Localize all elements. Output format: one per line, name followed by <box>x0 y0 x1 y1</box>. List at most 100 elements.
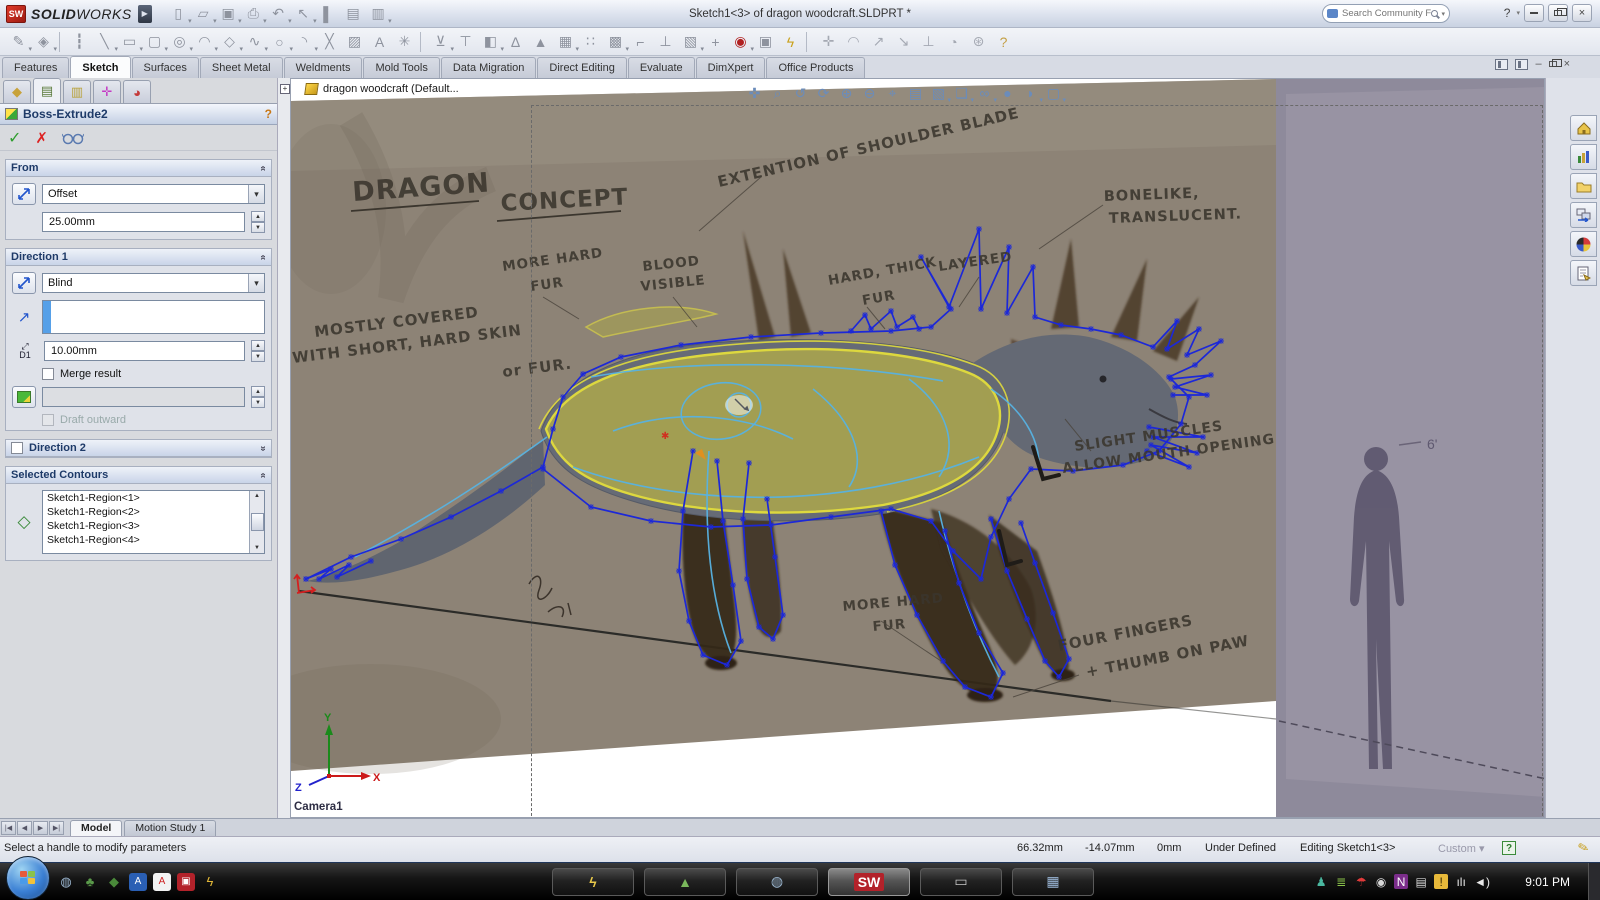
offset-distance-input[interactable]: 25.00mm <box>42 212 245 232</box>
snap-tool-icon[interactable]: ? <box>991 31 1016 53</box>
sketch-tool-icon[interactable]: ⊤ <box>453 31 478 53</box>
sketch-tool-icon[interactable]: ◝ <box>292 31 318 53</box>
search-input[interactable] <box>1342 8 1432 19</box>
quick-launch-icon[interactable]: ϟ <box>201 873 219 891</box>
ok-button[interactable]: ✓ <box>8 128 21 148</box>
view-tool-icon[interactable]: ❏ <box>950 82 974 105</box>
restore-button[interactable] <box>1548 4 1568 22</box>
sketch-tool-icon[interactable]: ✎ <box>6 31 32 53</box>
sketch-tool-icon[interactable] <box>59 31 64 52</box>
ribbon-tab[interactable]: Evaluate <box>627 57 695 78</box>
graphics-viewport[interactable]: .bl{fill:none;stroke:#1c28d8;stroke-widt… <box>290 78 1545 818</box>
sketch-tool-icon[interactable]: ▲ <box>528 31 553 53</box>
snap-tool-icon[interactable]: ⊥ <box>916 31 941 53</box>
depth-input[interactable]: 10.00mm <box>44 341 245 361</box>
snap-tool-icon[interactable]: ↘ <box>891 31 916 53</box>
close-button[interactable]: × <box>1572 4 1592 22</box>
sketch-tool-icon[interactable]: ⊥ <box>653 31 678 53</box>
panel-tab[interactable]: ▥ <box>63 80 91 103</box>
tray-icon[interactable]: ☂ <box>1354 874 1368 889</box>
quick-launch-icon[interactable]: ◍ <box>57 873 75 891</box>
quick-launch-icon[interactable]: A <box>153 872 171 891</box>
clock[interactable]: 9:01 PM <box>1525 875 1570 889</box>
sketch-tool-icon[interactable]: ╲ <box>92 31 118 53</box>
doc-minimize-button[interactable]: – <box>1535 58 1541 70</box>
tab-scroll-first[interactable]: |◀ <box>1 820 16 835</box>
quick-launch-icon[interactable]: ♣ <box>81 873 99 891</box>
contour-list-item[interactable]: Sketch1-Region<2> <box>43 505 264 519</box>
search-options-arrow[interactable]: ▾ <box>1441 10 1445 18</box>
ribbon-tab[interactable]: Sketch <box>70 56 131 78</box>
taskbar-app-button[interactable]: ϟ <box>552 867 634 896</box>
view-tool-icon[interactable]: ∞ <box>973 82 998 104</box>
view-tool-icon[interactable]: ● <box>996 82 1019 104</box>
view-tool-icon[interactable]: ⊖ <box>858 82 881 104</box>
from-direction-button[interactable] <box>12 183 36 205</box>
tray-icon[interactable]: N <box>1394 874 1409 889</box>
tray-icon[interactable]: ılı <box>1454 874 1468 889</box>
view-tool-icon[interactable]: ⊕ <box>835 82 858 104</box>
snap-tool-icon[interactable]: ⊛ <box>966 31 991 53</box>
cancel-button[interactable]: ✗ <box>35 129 48 147</box>
taskbar-app-button[interactable]: ▲ <box>644 867 726 896</box>
document-tab[interactable]: Model <box>70 819 123 836</box>
custom-properties-icon[interactable] <box>1570 260 1597 286</box>
standard-tool-icon[interactable]: ▌ <box>316 3 341 25</box>
sketch-tool-icon[interactable]: ◎ <box>167 31 193 53</box>
view-tool-icon[interactable]: ▤ <box>904 82 927 104</box>
taskbar-app-button[interactable]: ▭ <box>920 867 1002 896</box>
feature-tree-expand-icon[interactable]: + <box>280 84 290 94</box>
sketch-tool-icon[interactable]: ∿ <box>242 31 268 53</box>
ribbon-tab[interactable]: Direct Editing <box>537 57 627 78</box>
sketch-tool-icon[interactable] <box>420 31 425 52</box>
direction2-header[interactable]: Direction 2» <box>6 440 271 457</box>
sketch-tool-icon[interactable]: ▧ <box>678 31 704 53</box>
sketch-tool-icon[interactable]: ○ <box>267 31 293 53</box>
standard-tool-icon[interactable]: ▥ <box>366 3 392 25</box>
view-tool-icon[interactable]: ▢ <box>1042 82 1066 105</box>
merge-result-checkbox[interactable] <box>42 368 54 380</box>
sketch-tool-icon[interactable]: ◠ <box>192 31 218 53</box>
design-library-icon[interactable] <box>1570 144 1597 170</box>
offset-spinner[interactable]: ▲ ▼ <box>251 211 265 233</box>
sketch-tool-icon[interactable]: ▭ <box>117 31 143 53</box>
view-tool-icon[interactable]: ⟳ <box>812 82 835 104</box>
quick-tips-icon[interactable]: ? <box>1502 841 1516 855</box>
community-search[interactable]: ▾ <box>1322 4 1450 23</box>
sketch-tool-icon[interactable]: + <box>703 31 728 53</box>
sketch-tool-icon[interactable]: ϟ <box>778 31 803 53</box>
taskbar-app-button[interactable]: ◍ <box>736 867 818 896</box>
sketch-tool-icon[interactable]: ◉ <box>728 31 754 53</box>
snap-tool-icon[interactable]: ✛ <box>816 31 841 53</box>
sketch-tool-icon[interactable]: ╳ <box>317 31 342 53</box>
depth-spinner[interactable]: ▲ ▼ <box>251 340 265 362</box>
sketch-canvas[interactable]: .bl{fill:none;stroke:#1c28d8;stroke-widt… <box>291 79 1545 818</box>
panel-tab[interactable]: ◆ <box>3 80 31 103</box>
sketch-tool-icon[interactable]: ◈ <box>31 31 57 53</box>
tab-scroll-left[interactable]: ◀ <box>17 820 32 835</box>
tray-icon[interactable]: ≣ <box>1334 874 1348 889</box>
pane-left-icon[interactable] <box>1495 58 1509 70</box>
panel-tab[interactable]: ◕ <box>123 80 151 103</box>
appearances-icon[interactable] <box>1570 231 1597 257</box>
ribbon-tab[interactable]: Office Products <box>766 57 866 78</box>
standard-tool-icon[interactable]: ▯ <box>166 3 191 25</box>
view-tool-icon[interactable]: ◗ <box>1019 82 1043 104</box>
ribbon-tab[interactable]: Weldments <box>283 57 363 78</box>
panel-tab[interactable]: ✛ <box>93 80 121 103</box>
tray-icon[interactable]: ▤ <box>1414 874 1428 889</box>
help-icon[interactable]: ? <box>1504 6 1511 20</box>
standard-tool-icon[interactable]: ⎙ <box>241 3 267 25</box>
contour-list[interactable]: Sketch1-Region<1> Sketch1-Region<2> Sketch… <box>42 490 265 554</box>
feature-help-icon[interactable]: ? <box>265 107 272 121</box>
sketch-tool-icon[interactable]: ▨ <box>342 31 367 53</box>
preview-glasses-icon[interactable] <box>61 131 84 145</box>
snap-tool-icon[interactable]: ◠ <box>841 31 866 53</box>
resources-home-icon[interactable] <box>1570 115 1597 141</box>
sketch-tool-icon[interactable]: ▢ <box>142 31 168 53</box>
doc-restore-button[interactable] <box>1548 59 1562 67</box>
reverse-direction-button[interactable] <box>12 272 36 294</box>
contour-list-item[interactable]: Sketch1-Region<4> <box>43 533 264 547</box>
quick-launch-icon[interactable]: A <box>129 872 147 891</box>
feature-tree-root[interactable]: dragon woodcraft (Default... <box>304 83 459 95</box>
